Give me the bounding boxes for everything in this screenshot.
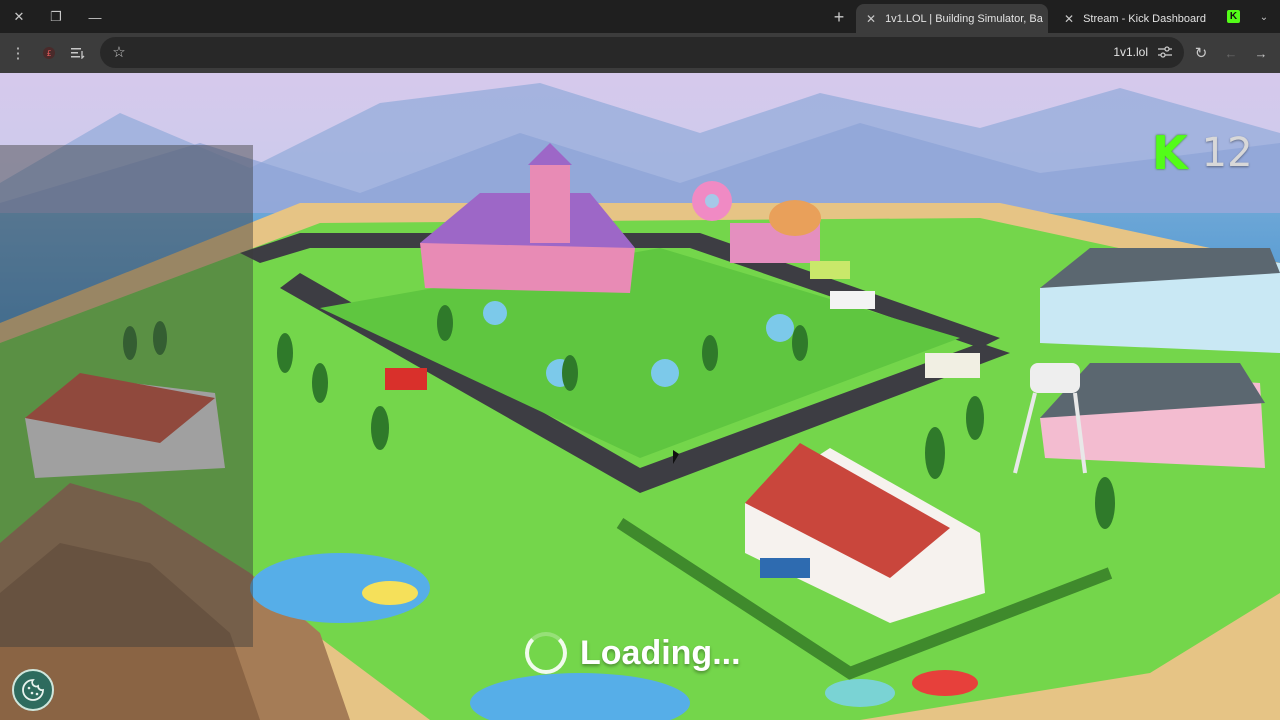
menu-kebab-icon[interactable]: ⋮: [7, 42, 29, 64]
svg-text:£: £: [46, 49, 51, 58]
restore-window-icon[interactable]: ❐: [45, 6, 67, 28]
overlay-panel: [0, 145, 253, 647]
bus: [830, 291, 875, 309]
water-tower: [1030, 363, 1080, 393]
church-tower: [530, 163, 570, 243]
ping-pong-table: [760, 558, 810, 578]
tab-kick-dashboard[interactable]: ✕ Stream - Kick Dashboard: [1054, 4, 1224, 33]
tab-label: 1v1.LOL | Building Simulator, Ba: [885, 12, 1043, 25]
address-bar[interactable]: ☆ 1v1.lol: [100, 37, 1184, 68]
tab-label: Stream - Kick Dashboard: [1083, 12, 1206, 25]
tab-1v1lol[interactable]: ✕ 1v1.LOL | Building Simulator, Ba: [856, 4, 1048, 33]
tab-search-chevron-icon[interactable]: ⌄: [1253, 6, 1275, 28]
kick-logo-icon: K: [1152, 126, 1188, 180]
forward-icon[interactable]: →: [1250, 42, 1272, 64]
bookmark-star-icon[interactable]: ☆: [108, 41, 130, 63]
browser-toolbar: ⋮ £ ☆ 1v1.lol ↻ ← →: [0, 33, 1280, 73]
reading-list-icon[interactable]: [67, 42, 89, 64]
url-text: 1v1.lol: [1113, 45, 1148, 59]
beach-umbrella: [362, 581, 418, 605]
fountain: [766, 314, 794, 342]
fountain: [651, 359, 679, 387]
kick-viewer-badge: K 12: [1152, 126, 1253, 180]
close-window-icon[interactable]: ✕: [8, 6, 30, 28]
browser-title-bar: ✕ ❐ — + ✕ 1v1.LOL | Building Simulator, …: [0, 0, 1280, 33]
bus: [925, 353, 980, 378]
tab-close-icon[interactable]: ✕: [1064, 12, 1074, 26]
reload-icon[interactable]: ↻: [1190, 42, 1212, 64]
minimize-window-icon[interactable]: —: [84, 6, 106, 28]
extension-icon[interactable]: £: [38, 42, 60, 64]
loading-indicator: Loading...: [525, 632, 741, 674]
truck: [810, 261, 850, 279]
loading-spinner-icon: [525, 632, 567, 674]
mouse-cursor-icon: [673, 450, 679, 464]
viewer-count: 12: [1201, 130, 1253, 176]
cookie-icon: [22, 679, 44, 701]
new-tab-icon[interactable]: +: [828, 6, 850, 28]
site-settings-icon[interactable]: [1154, 41, 1176, 63]
loading-text: Loading...: [580, 633, 741, 672]
burger-sign: [769, 200, 821, 236]
back-icon[interactable]: ←: [1220, 42, 1242, 64]
fountain: [483, 301, 507, 325]
beach-umbrella: [912, 670, 978, 696]
cookie-settings-button[interactable]: [12, 669, 54, 711]
fire-truck: [385, 368, 427, 390]
beach-umbrella: [825, 679, 895, 707]
tab-close-icon[interactable]: ✕: [866, 12, 876, 26]
kick-favicon-icon[interactable]: K: [1227, 10, 1240, 23]
